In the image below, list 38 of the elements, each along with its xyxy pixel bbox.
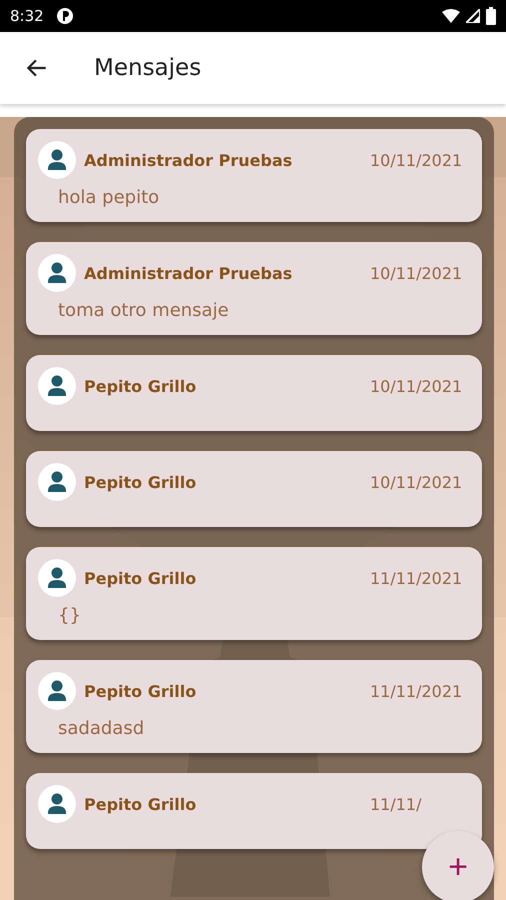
author-name: Administrador Pruebas bbox=[84, 150, 294, 170]
screen-title: Mensajes bbox=[94, 55, 202, 81]
author-name: Pepito Grillo bbox=[84, 376, 198, 396]
user-avatar-icon bbox=[38, 672, 76, 710]
message-date: 10/11/2021 bbox=[370, 472, 464, 492]
author-name: Pepito Grillo bbox=[84, 568, 198, 588]
message-date: 10/11/2021 bbox=[370, 264, 464, 282]
message-card[interactable]: Administrador Pruebas 10/11/2021 toma otro mensaje bbox=[26, 242, 482, 335]
message-date: 11/11/2021 bbox=[370, 568, 464, 588]
message-date: 11/11/2021 bbox=[370, 682, 464, 700]
author-name: Pepito Grillo bbox=[84, 794, 198, 814]
message-text: sadadasd bbox=[58, 718, 146, 739]
message-card[interactable]: Pepito Grillo 10/11/2021 bbox=[26, 355, 482, 431]
message-card[interactable]: Pepito Grillo 11/11/2021 sadadasd bbox=[26, 660, 482, 753]
user-avatar-icon bbox=[38, 254, 76, 292]
message-card[interactable]: Administrador Pruebas 10/11/2021 hola pepito bbox=[26, 129, 482, 222]
wifi-icon bbox=[442, 9, 460, 23]
message-text: toma otro mensaje bbox=[58, 300, 230, 321]
app-notification-icon bbox=[56, 7, 74, 25]
user-avatar-icon bbox=[38, 785, 76, 823]
message-card[interactable]: Pepito Grillo 11/11/2021 {} bbox=[26, 547, 482, 640]
message-card[interactable]: Pepito Grillo 11/11/ bbox=[26, 773, 482, 849]
author-name: Pepito Grillo bbox=[84, 472, 198, 492]
author-name: Pepito Grillo bbox=[84, 682, 198, 700]
message-text: {} bbox=[58, 605, 82, 626]
author-name: Administrador Pruebas bbox=[84, 264, 294, 282]
message-date: 10/11/2021 bbox=[370, 376, 464, 396]
message-card[interactable]: Pepito Grillo 10/11/2021 bbox=[26, 451, 482, 527]
user-avatar-icon bbox=[38, 559, 76, 597]
message-date: 11/11/ bbox=[370, 794, 422, 814]
signal-icon bbox=[466, 9, 480, 23]
message-date: 10/11/2021 bbox=[370, 150, 464, 170]
user-avatar-icon bbox=[38, 367, 76, 405]
battery-icon bbox=[486, 7, 496, 25]
message-text: hola pepito bbox=[58, 187, 160, 208]
user-avatar-icon bbox=[38, 141, 76, 179]
user-avatar-icon bbox=[38, 463, 76, 501]
status-time: 8:32 bbox=[10, 7, 44, 25]
